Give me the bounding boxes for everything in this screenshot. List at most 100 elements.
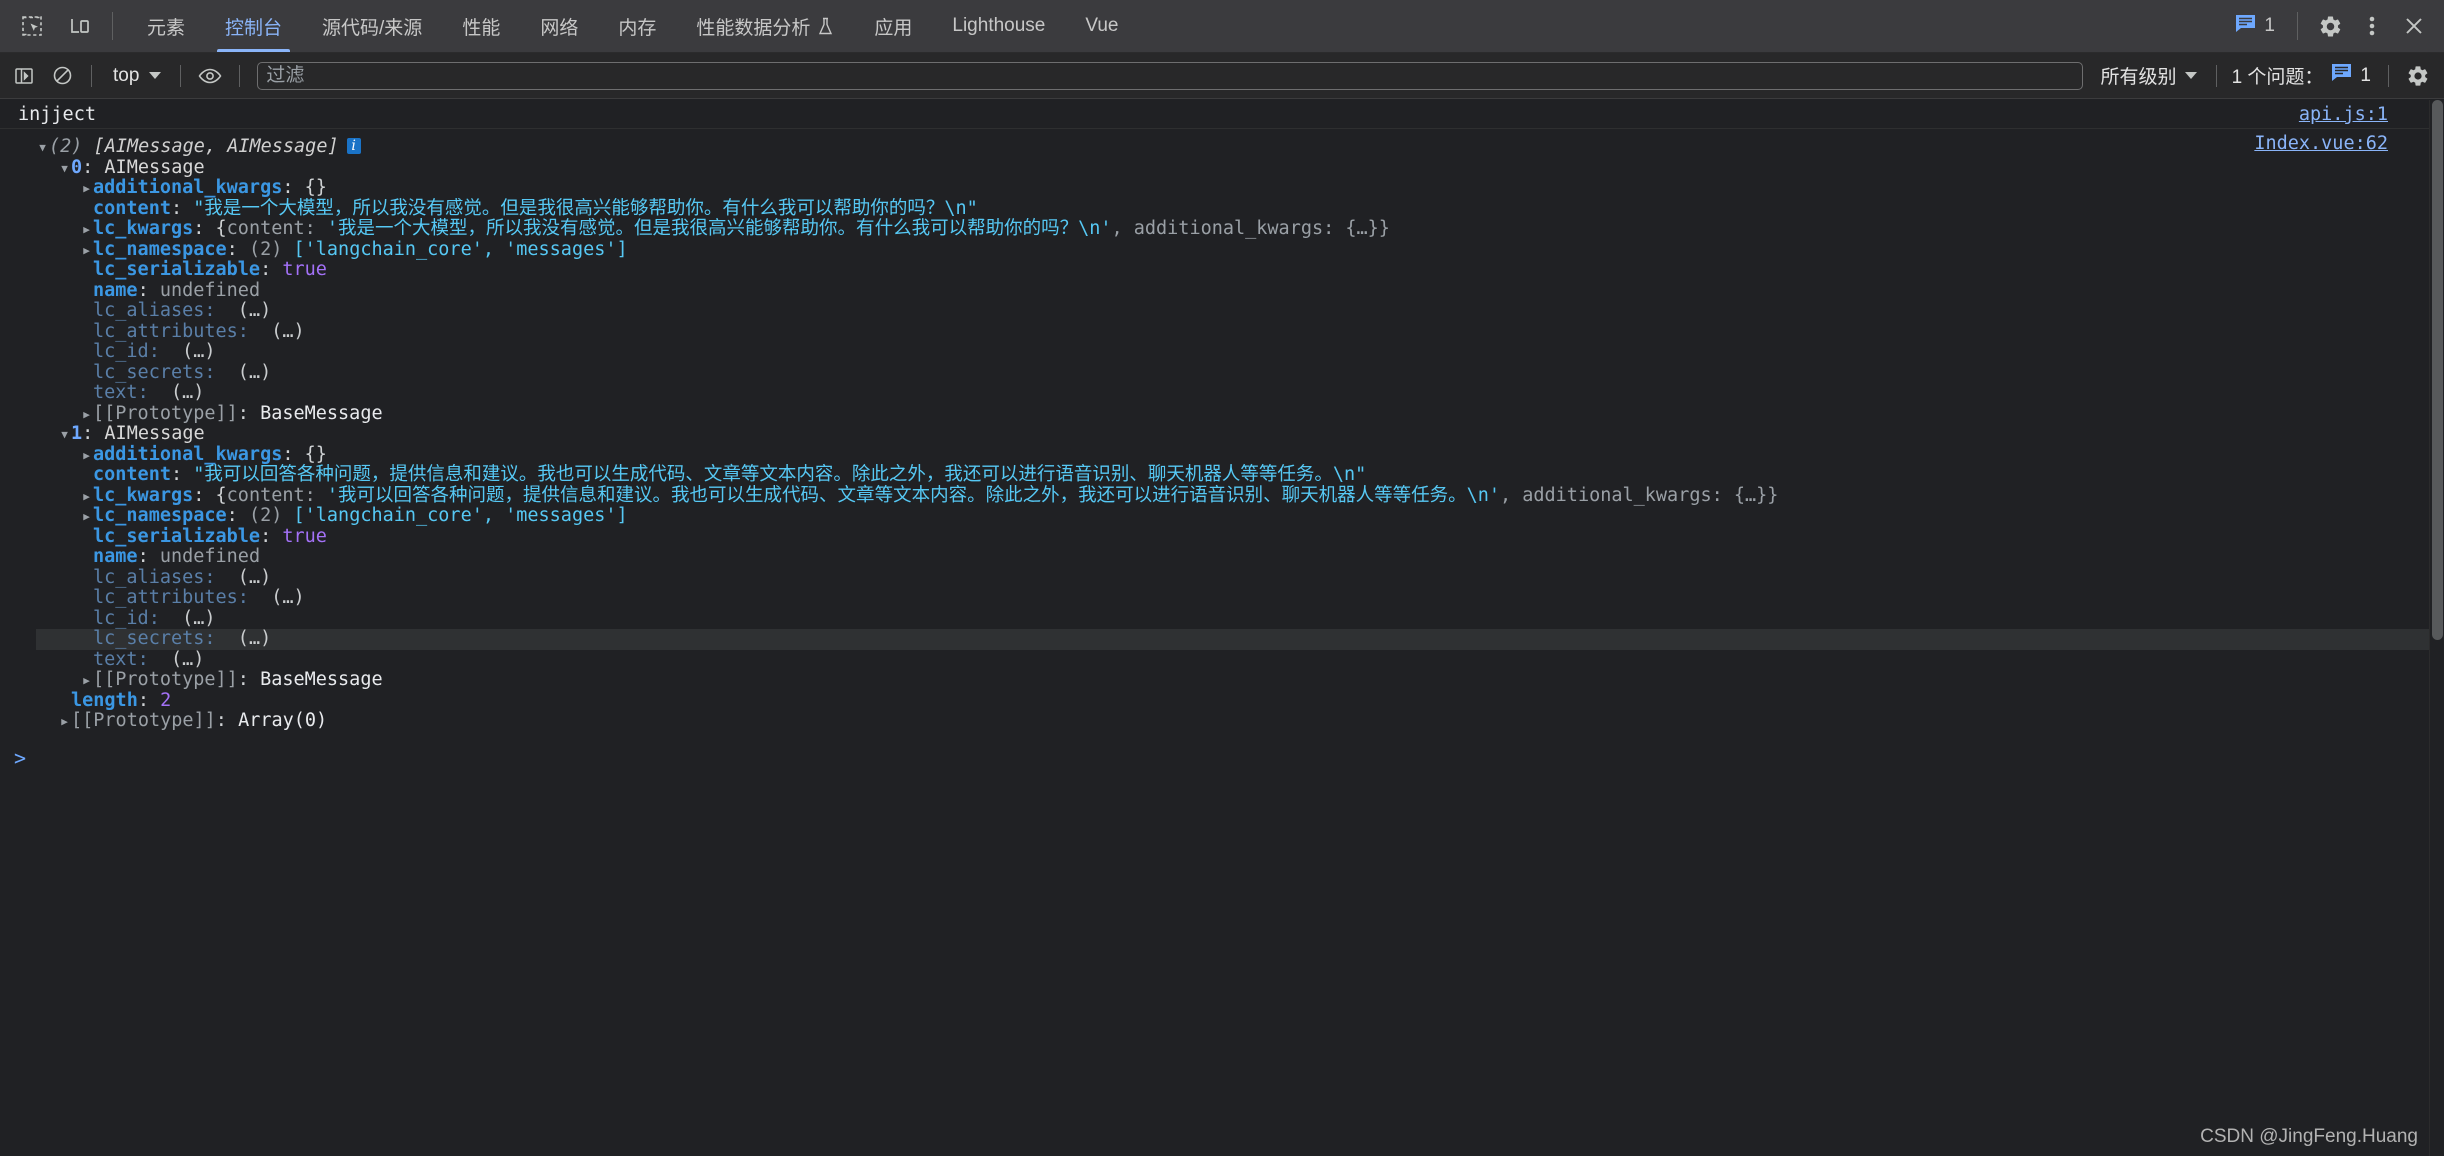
object-property-name[interactable]: ▶name: undefined (36, 546, 2444, 568)
tab-console[interactable]: 控制台 (205, 0, 302, 52)
toolbar-divider (2388, 64, 2389, 87)
disclosure-triangle-open[interactable]: ▼ (58, 159, 71, 180)
object-property-lc_kwargs[interactable]: ▶ lc_kwargs: {content: '我可以回答各种问题，提供信息和建议… (36, 484, 2444, 508)
object-property-additional_kwargs[interactable]: ▶ additional_kwargs: {} (36, 444, 2444, 467)
console-filter-input[interactable] (257, 61, 2083, 90)
object-property-lc_serializable[interactable]: ▶lc_serializable: true (36, 259, 2444, 281)
tab-network[interactable]: 网络 (520, 0, 598, 52)
property-value[interactable]: (…) (260, 321, 304, 343)
no-triangle: ▶ (80, 651, 93, 672)
watermark: CSDN @JingFeng.Huang (2200, 1126, 2418, 1147)
console-message-object[interactable]: Index.vue:62 ▼ (2) [AIMessage, AIMessage]… (0, 129, 2444, 737)
kebab-menu-icon[interactable] (2352, 6, 2392, 46)
no-triangle: ▶ (80, 364, 93, 385)
tab-application[interactable]: 应用 (854, 0, 932, 52)
object-property-lc_id[interactable]: ▶lc_id: (…) (36, 341, 2444, 363)
issues-message-icon (2235, 14, 2256, 39)
object-property-[[Prototype]][interactable]: ▶ [[Prototype]]: BaseMessage (36, 403, 2444, 426)
info-badge-icon[interactable]: i (346, 138, 361, 154)
inspect-element-icon[interactable] (12, 6, 52, 46)
tab-memory[interactable]: 内存 (598, 0, 676, 52)
property-value[interactable]: (…) (171, 341, 215, 363)
console-message-source-link[interactable]: api.js:1 (2299, 104, 2388, 125)
tab-sources[interactable]: 源代码/来源 (302, 0, 442, 52)
live-expression-icon[interactable] (192, 59, 228, 93)
array-prototype-property[interactable]: ▶ [[Prototype]]: Array(0) (36, 710, 2444, 733)
object-property-lc_aliases[interactable]: ▶lc_aliases: (…) (36, 300, 2444, 322)
no-triangle: ▶ (80, 630, 93, 651)
nested-key: content (226, 484, 305, 506)
object-property-lc_secrets[interactable]: ▶lc_secrets: (…) (36, 362, 2444, 385)
property-value[interactable]: (…) (227, 362, 271, 384)
console-prompt[interactable]: > (0, 737, 2444, 771)
object-property-lc_kwargs[interactable]: ▶ lc_kwargs: {content: '我是一个大模型，所以我没有感觉。但… (36, 218, 2444, 241)
property-value[interactable]: (…) (160, 649, 204, 671)
array-header[interactable]: ▼ (2) [AIMessage, AIMessage] i (36, 136, 2444, 159)
object-property-text[interactable]: ▶text: (…) (36, 649, 2444, 672)
console-filter-toolbar: top 所有级别 1 个问题： 1 (0, 53, 2444, 99)
property-value[interactable]: (…) (227, 300, 271, 322)
property-value[interactable]: (…) (260, 587, 304, 609)
disclosure-triangle-closed[interactable]: ▶ (80, 179, 93, 200)
array-preview: [AIMessage, AIMessage] (82, 136, 339, 157)
object-property-[[Prototype]][interactable]: ▶ [[Prototype]]: BaseMessage (36, 669, 2444, 692)
console-message-source-link[interactable]: Index.vue:62 (2254, 133, 2388, 154)
tab-performance[interactable]: 性能 (442, 0, 520, 52)
disclosure-triangle-closed[interactable]: ▶ (80, 507, 93, 528)
object-property-name[interactable]: ▶name: undefined (36, 280, 2444, 302)
disclosure-triangle-closed[interactable]: ▶ (80, 446, 93, 467)
close-icon[interactable] (2394, 6, 2434, 46)
property-key: additional_kwargs (93, 177, 283, 198)
property-value[interactable]: (…) (227, 628, 271, 650)
disclosure-triangle-open[interactable]: ▼ (36, 138, 49, 159)
scrollbar-thumb[interactable] (2432, 100, 2443, 640)
console-message-text[interactable]: injject api.js:1 (0, 100, 2444, 129)
array-item-header-0[interactable]: ▼ 0: AIMessage (36, 157, 2444, 180)
object-property-additional_kwargs[interactable]: ▶ additional_kwargs: {} (36, 177, 2444, 200)
object-property-lc_namespace[interactable]: ▶ lc_namespace: (2) ['langchain_core', 'm… (36, 239, 2444, 262)
tab-elements[interactable]: 元素 (127, 0, 205, 52)
devtools-tabbar: 元素 控制台 源代码/来源 性能 网络 内存 性能数据分析 应用 Lightho… (0, 0, 2444, 53)
property-value[interactable]: (…) (227, 567, 271, 589)
clear-console-icon[interactable] (44, 59, 80, 93)
disclosure-triangle-closed[interactable]: ▶ (80, 241, 93, 262)
object-property-lc_attributes[interactable]: ▶lc_attributes: (…) (36, 587, 2444, 609)
tab-lighthouse[interactable]: Lighthouse (932, 0, 1065, 52)
object-property-lc_aliases[interactable]: ▶lc_aliases: (…) (36, 567, 2444, 589)
object-property-text[interactable]: ▶text: (…) (36, 382, 2444, 404)
no-triangle: ▶ (80, 323, 93, 344)
console-scrollbar[interactable] (2429, 100, 2444, 1156)
no-triangle: ▶ (80, 200, 93, 221)
device-toolbar-icon[interactable] (60, 6, 100, 46)
gear-icon[interactable] (2400, 59, 2436, 93)
log-level-selector[interactable]: 所有级别 (2091, 60, 2205, 92)
issues-indicator[interactable]: 1 (2225, 6, 2285, 46)
toolbar-divider (239, 64, 241, 87)
console-message-list[interactable]: injject api.js:1 Index.vue:62 ▼ (2) [AIMe… (0, 100, 2444, 1156)
console-sidebar-icon[interactable] (6, 59, 42, 93)
property-value[interactable]: (…) (160, 382, 204, 404)
tab-performance-insights[interactable]: 性能数据分析 (676, 0, 854, 52)
object-property-lc_id[interactable]: ▶lc_id: (…) (36, 608, 2444, 630)
array-item-header-1[interactable]: ▼ 1: AIMessage (36, 423, 2444, 446)
execution-context-selector[interactable]: top (103, 60, 169, 92)
object-property-content[interactable]: ▶content: "我可以回答各种问题，提供信息和建议。我也可以生成代码、文章… (36, 464, 2444, 486)
object-property-lc_namespace[interactable]: ▶ lc_namespace: (2) ['langchain_core', 'm… (36, 505, 2444, 528)
object-property-lc_secrets[interactable]: ▶lc_secrets: (…) (36, 628, 2444, 651)
issues-counter[interactable]: 1 (2325, 63, 2377, 88)
gear-icon[interactable] (2310, 6, 2350, 46)
disclosure-triangle-closed[interactable]: ▶ (80, 405, 93, 426)
array-length-property[interactable]: ▶length: 2 (36, 690, 2444, 712)
disclosure-triangle-closed[interactable]: ▶ (80, 487, 93, 508)
property-key: lc_aliases (93, 300, 205, 321)
object-property-lc_serializable[interactable]: ▶lc_serializable: true (36, 526, 2444, 548)
property-value[interactable]: (…) (171, 608, 215, 630)
object-property-lc_attributes[interactable]: ▶lc_attributes: (…) (36, 321, 2444, 344)
object-property-content[interactable]: ▶content: "我是一个大模型，所以我没有感觉。但是我很高兴能够帮助你。有… (36, 198, 2444, 221)
property-key: lc_serializable (93, 259, 261, 280)
disclosure-triangle-closed[interactable]: ▶ (80, 220, 93, 241)
disclosure-triangle-open[interactable]: ▼ (58, 425, 71, 446)
disclosure-triangle-closed[interactable]: ▶ (58, 712, 71, 733)
disclosure-triangle-closed[interactable]: ▶ (80, 671, 93, 692)
tab-vue[interactable]: Vue (1065, 0, 1138, 52)
